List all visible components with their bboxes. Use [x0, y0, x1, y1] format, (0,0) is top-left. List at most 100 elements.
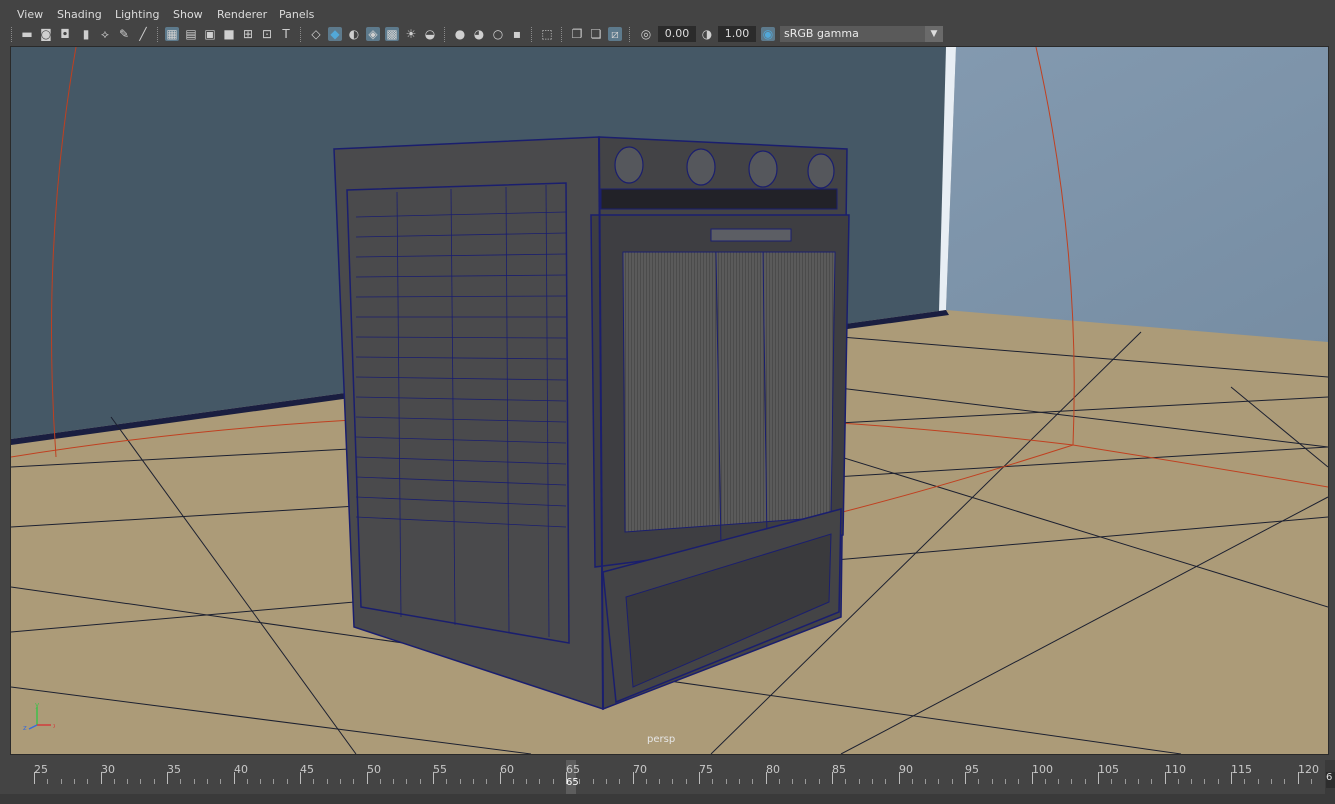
- isolate-select-icon[interactable]: ⬚: [540, 27, 554, 41]
- minor-tick: [313, 779, 315, 784]
- grease-pencil-tool-icon[interactable]: ╱: [136, 27, 150, 41]
- field-chart-icon[interactable]: ⊞: [241, 27, 255, 41]
- tick-label: 105: [1098, 763, 1119, 776]
- minor-tick: [845, 779, 847, 784]
- minor-tick: [353, 779, 355, 784]
- minor-tick: [672, 779, 674, 784]
- knob-2: [686, 148, 716, 186]
- menu-show[interactable]: Show: [173, 8, 203, 21]
- minor-tick: [1177, 779, 1179, 784]
- minor-tick: [619, 779, 621, 784]
- 2d-pan-zoom-icon[interactable]: ⟡: [98, 27, 112, 41]
- time-slider-track[interactable]: 25 30 35 40 45 50 55 60 65 70 75 80 85 9…: [0, 760, 1325, 794]
- minor-tick: [1004, 779, 1006, 784]
- minor-tick: [1071, 779, 1073, 784]
- camera-attributes-icon[interactable]: ◙: [39, 27, 53, 41]
- backface-culling-icon[interactable]: ⧄: [608, 27, 622, 41]
- minor-tick: [1151, 779, 1153, 784]
- tick-label: 25: [34, 763, 48, 776]
- tick-label: 70: [633, 763, 647, 776]
- major-tick: [300, 772, 301, 784]
- minor-tick: [911, 779, 913, 784]
- minor-tick: [472, 779, 474, 784]
- time-slider[interactable]: 25 30 35 40 45 50 55 60 65 70 75 80 85 9…: [0, 760, 1335, 804]
- exposure-field[interactable]: 0.00: [658, 26, 696, 42]
- xray-active-icon[interactable]: ❏: [589, 27, 603, 41]
- axis-gizmo: x y z: [21, 703, 55, 731]
- minor-tick: [1217, 779, 1219, 784]
- motion-blur-icon[interactable]: ◕: [472, 27, 486, 41]
- minor-tick: [885, 779, 887, 784]
- minor-tick: [326, 779, 328, 784]
- door-handle: [710, 228, 792, 242]
- gamma-icon[interactable]: ◑: [700, 27, 714, 41]
- minor-tick: [419, 779, 421, 784]
- safe-title-icon[interactable]: T: [279, 27, 293, 41]
- major-tick: [898, 772, 900, 784]
- multisample-aa-icon[interactable]: ○: [491, 27, 505, 41]
- depth-of-field-icon[interactable]: ▪: [510, 27, 524, 41]
- tick-label: 50: [367, 763, 381, 776]
- menu-lighting[interactable]: Lighting: [115, 8, 159, 21]
- major-tick: [366, 772, 368, 784]
- smooth-shade-icon[interactable]: ◆: [328, 27, 342, 41]
- safe-action-icon[interactable]: ⊡: [260, 27, 274, 41]
- major-tick: [100, 772, 102, 784]
- chevron-down-icon[interactable]: ▼: [925, 26, 943, 42]
- minor-tick: [951, 779, 953, 784]
- gamma-field[interactable]: 1.00: [718, 26, 756, 42]
- major-tick: [233, 772, 235, 784]
- perspective-viewport[interactable]: persp x y z: [10, 46, 1329, 755]
- menu-shading[interactable]: Shading: [57, 8, 102, 21]
- shadows-icon[interactable]: ◒: [423, 27, 437, 41]
- end-frame-field[interactable]: 6: [1326, 772, 1335, 788]
- film-gate-icon[interactable]: ▤: [184, 27, 198, 41]
- major-tick: [1098, 772, 1099, 784]
- color-space-dropdown[interactable]: sRGB gamma ▼: [780, 26, 943, 42]
- scene-render: [11, 47, 1328, 754]
- resolution-gate-icon[interactable]: ▣: [203, 27, 217, 41]
- major-tick: [566, 772, 567, 784]
- knob-3: [748, 150, 778, 188]
- major-tick: [1231, 772, 1232, 784]
- minor-tick: [645, 779, 647, 784]
- minor-tick: [685, 779, 687, 784]
- tick-label: 75: [699, 763, 713, 776]
- minor-tick: [140, 779, 142, 784]
- tick-label: 65: [566, 763, 580, 776]
- toolbar-separator: [629, 27, 632, 42]
- bookmarks-icon[interactable]: ◘: [58, 27, 72, 41]
- toolbar-separator: [300, 27, 303, 42]
- minor-tick: [153, 779, 155, 784]
- minor-tick: [273, 779, 275, 784]
- gate-mask-icon[interactable]: ■: [222, 27, 236, 41]
- tick-label: 100: [1032, 763, 1053, 776]
- minor-tick: [725, 779, 727, 784]
- tick-label: 110: [1165, 763, 1186, 776]
- major-tick: [1164, 772, 1166, 784]
- grid-icon[interactable]: ▦: [165, 27, 179, 41]
- major-tick: [765, 772, 767, 784]
- menu-view[interactable]: View: [17, 8, 43, 21]
- wireframe-icon[interactable]: ◇: [309, 27, 323, 41]
- tick-label: 115: [1231, 763, 1252, 776]
- xray-icon[interactable]: ▩: [385, 27, 399, 41]
- major-tick: [699, 772, 700, 784]
- screen-space-ao-icon[interactable]: ●: [453, 27, 467, 41]
- image-plane-icon[interactable]: ▮: [79, 27, 93, 41]
- xray-joints-icon[interactable]: ❐: [570, 27, 584, 41]
- use-all-lights-icon[interactable]: ☀: [404, 27, 418, 41]
- minor-tick: [592, 779, 594, 784]
- select-camera-icon[interactable]: ▬: [20, 27, 34, 41]
- major-tick: [167, 772, 168, 784]
- wireframe-on-shaded-icon[interactable]: ◈: [366, 27, 380, 41]
- grease-pencil-icon[interactable]: ✎: [117, 27, 131, 41]
- minor-tick: [858, 779, 860, 784]
- exposure-icon[interactable]: ◎: [639, 27, 653, 41]
- menu-panels[interactable]: Panels: [279, 8, 314, 21]
- menu-renderer[interactable]: Renderer: [217, 8, 267, 21]
- minor-tick: [220, 779, 222, 784]
- tick-label: 35: [167, 763, 181, 776]
- use-default-material-icon[interactable]: ◐: [347, 27, 361, 41]
- color-management-icon[interactable]: ◉: [761, 27, 775, 41]
